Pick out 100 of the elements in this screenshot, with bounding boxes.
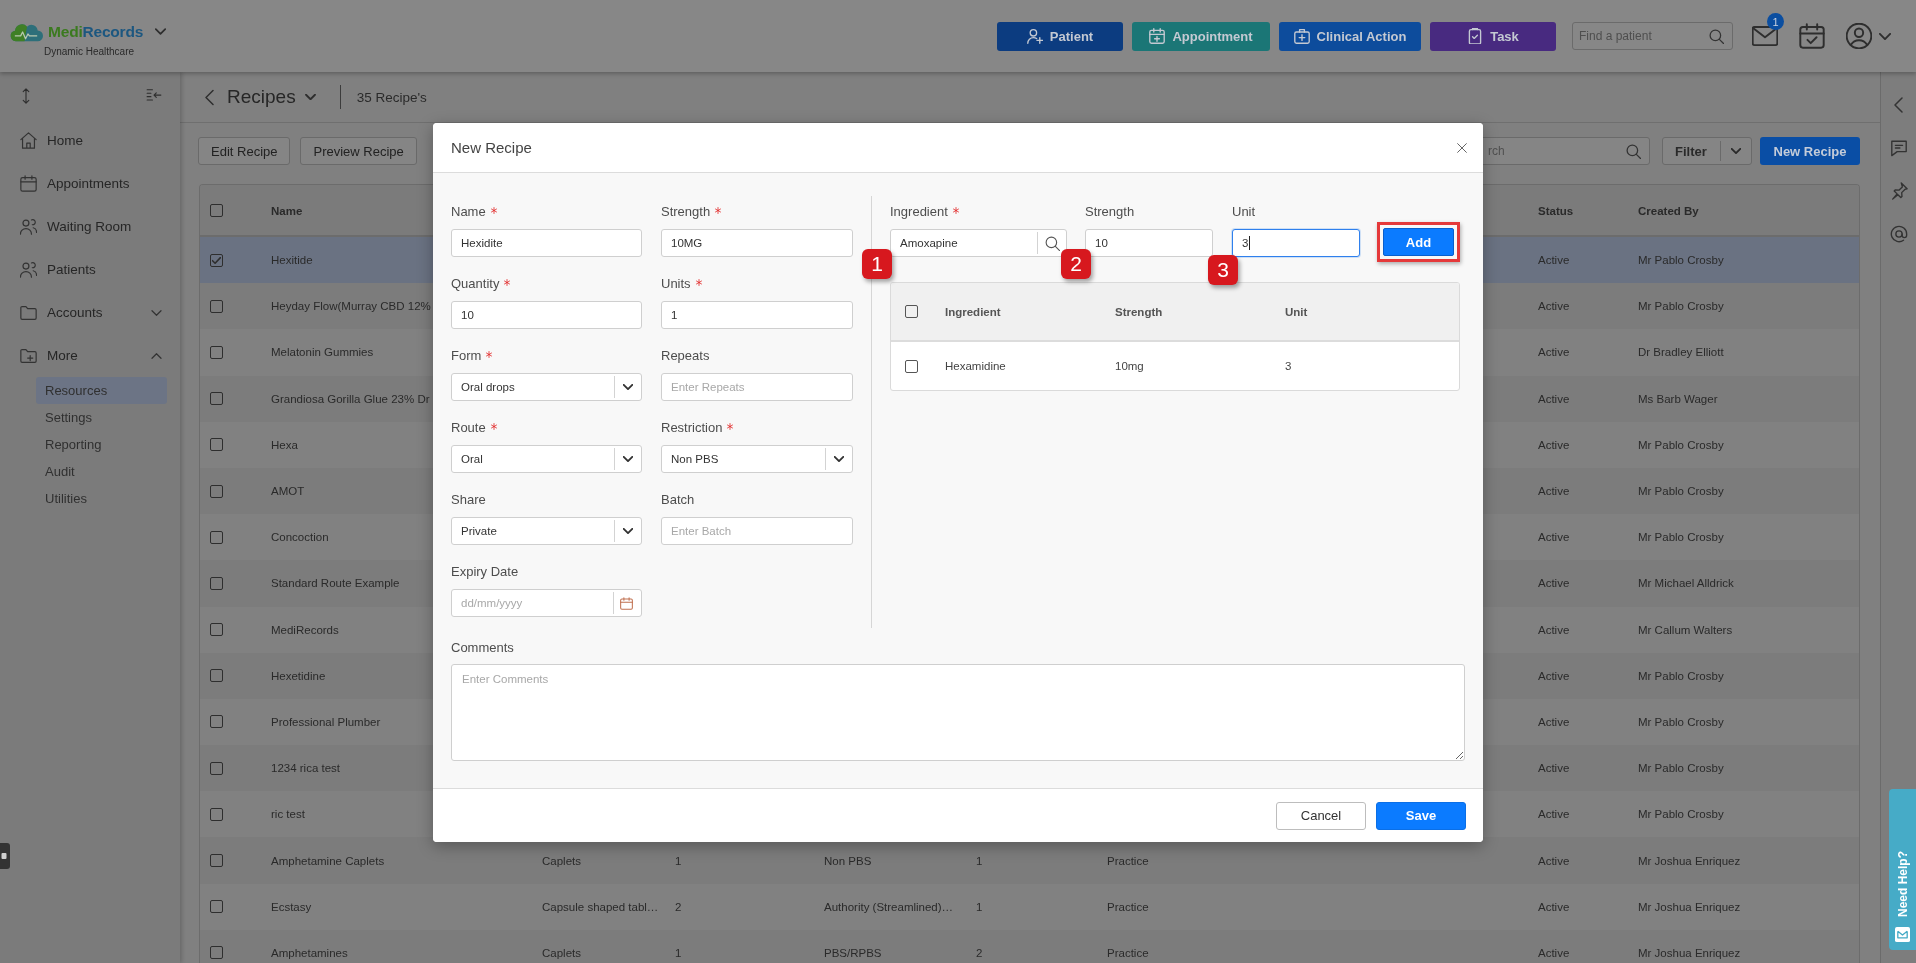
- checkbox[interactable]: [210, 669, 223, 683]
- text-field[interactable]: Enter Batch: [661, 517, 853, 545]
- column-header: Name: [271, 205, 303, 217]
- checkbox[interactable]: [210, 299, 223, 313]
- table-cell: Active: [1538, 762, 1570, 775]
- sort-arrows-icon[interactable]: [22, 87, 30, 104]
- text-field[interactable]: 10: [451, 301, 642, 329]
- chevron-down-icon[interactable]: [1879, 32, 1891, 40]
- save-button[interactable]: Save: [1376, 801, 1466, 830]
- help-tab[interactable]: Need Help?: [1889, 789, 1916, 950]
- table-cell: Active: [1538, 577, 1570, 590]
- text-field[interactable]: Hexidite: [451, 229, 642, 257]
- search-field[interactable]: Amoxapine: [890, 229, 1067, 257]
- checkbox[interactable]: [210, 484, 223, 498]
- checkbox[interactable]: [210, 761, 223, 775]
- folder-plus-icon: [20, 347, 37, 364]
- sidebar-subitem[interactable]: Settings: [36, 404, 167, 431]
- field-label: Comments: [451, 639, 514, 657]
- sidebar-item[interactable]: Waiting Room: [0, 205, 180, 248]
- checkbox[interactable]: [905, 305, 918, 318]
- new-recipe-button[interactable]: New Recipe: [1760, 137, 1860, 165]
- checkbox[interactable]: [210, 715, 223, 729]
- action-button[interactable]: Clinical Action: [1279, 21, 1421, 51]
- dropdown-field[interactable]: Non PBS: [661, 445, 853, 473]
- calendar-check-icon[interactable]: [1799, 23, 1825, 49]
- page-title[interactable]: Recipes: [227, 86, 296, 108]
- action-button[interactable]: Patient: [997, 21, 1123, 51]
- sidebar-subitem[interactable]: Audit: [36, 458, 167, 485]
- table-row[interactable]: Hexamidine 10mg 3: [891, 342, 1459, 390]
- filter-button[interactable]: Filter: [1662, 137, 1752, 165]
- chevron-down-icon[interactable]: [155, 28, 167, 35]
- date-field[interactable]: dd/mm/yyyy: [451, 589, 642, 617]
- table-cell: Amphetamine Caplets: [271, 854, 385, 867]
- text-field[interactable]: 10: [1085, 229, 1213, 257]
- sidebar-item[interactable]: More: [0, 334, 180, 377]
- search-icon: [1626, 143, 1641, 159]
- at-sign-icon[interactable]: [1889, 225, 1908, 243]
- table-cell: Amphetamines: [271, 946, 348, 959]
- collapse-menu-icon[interactable]: [146, 89, 162, 102]
- table-row[interactable]: Amphetamines Caplets 1 PBS/RPBS 2 Practice Active Mr Joshua Enriquez: [200, 929, 1859, 963]
- checkbox[interactable]: [210, 576, 223, 590]
- dropdown-field[interactable]: Oral drops: [451, 373, 642, 401]
- table-cell: Active: [1538, 392, 1570, 405]
- chevron-down-icon[interactable]: [304, 94, 316, 100]
- checkbox[interactable]: [210, 623, 223, 637]
- dropdown-field[interactable]: Private: [451, 517, 642, 545]
- add-button[interactable]: Add: [1383, 228, 1454, 256]
- chat-icon[interactable]: [1889, 139, 1908, 157]
- column-header: Ingredient: [945, 305, 1002, 318]
- table-cell: Mr Pablo Crosby: [1638, 300, 1724, 313]
- sidebar-subitem[interactable]: Resources: [36, 377, 167, 404]
- checkbox[interactable]: [210, 530, 223, 544]
- sidebar-subitem[interactable]: Reporting: [36, 431, 167, 458]
- text-field[interactable]: Enter Repeats: [661, 373, 853, 401]
- checkbox[interactable]: [210, 203, 223, 217]
- sidebar-item[interactable]: Home: [0, 119, 180, 162]
- checkbox[interactable]: [905, 359, 918, 373]
- action-button[interactable]: Task: [1430, 21, 1556, 51]
- toolbar-button[interactable]: Edit Recipe: [198, 137, 291, 165]
- sidebar-item[interactable]: Patients: [0, 248, 180, 291]
- checkbox[interactable]: [210, 946, 223, 960]
- text-field[interactable]: 3: [1232, 229, 1360, 257]
- table-cell: Active: [1538, 346, 1570, 359]
- dropdown-field[interactable]: Oral: [451, 445, 642, 473]
- table-cell: Caplets: [542, 854, 581, 867]
- sidebar-item[interactable]: Accounts: [0, 291, 180, 334]
- table-cell: Grandiosa Gorilla Glue 23% Dr: [271, 392, 430, 405]
- close-icon[interactable]: [1457, 142, 1467, 153]
- checkbox[interactable]: [210, 392, 223, 406]
- checkbox[interactable]: [210, 900, 223, 914]
- checkbox[interactable]: [210, 253, 223, 267]
- chevron-left-icon[interactable]: [1894, 96, 1903, 114]
- step-callout: 3: [1208, 255, 1238, 285]
- checkbox[interactable]: [210, 807, 223, 821]
- calendar-icon: [20, 175, 37, 192]
- side-tab-icon[interactable]: [0, 843, 10, 869]
- people-icon: [20, 261, 37, 278]
- sidebar-subitem[interactable]: Utilities: [36, 485, 167, 512]
- sidebar-item[interactable]: Appointments: [0, 162, 180, 205]
- table-cell: PBS/RPBS: [824, 946, 882, 959]
- checkbox[interactable]: [210, 854, 223, 868]
- chevron-left-icon[interactable]: [205, 88, 214, 106]
- text-field[interactable]: 1: [661, 301, 853, 329]
- toolbar-button[interactable]: Preview Recipe: [300, 137, 417, 165]
- checkbox[interactable]: [210, 345, 223, 359]
- field-label: Units: [661, 275, 691, 293]
- cancel-button[interactable]: Cancel: [1276, 801, 1366, 830]
- brand-name: MediRecords: [48, 22, 144, 41]
- text-field[interactable]: 10MG: [661, 229, 853, 257]
- pin-icon[interactable]: [1889, 182, 1908, 200]
- clipboard-check-icon: [1467, 28, 1484, 44]
- action-button[interactable]: Appointment: [1132, 21, 1270, 51]
- search-field[interactable]: Find a patient: [1572, 22, 1733, 50]
- comments-field[interactable]: Enter Comments: [451, 664, 1465, 761]
- checkbox[interactable]: [210, 438, 223, 452]
- table-cell: Mr Pablo Crosby: [1638, 485, 1724, 498]
- table-cell: 1: [675, 854, 682, 867]
- dialog-title: New Recipe: [451, 139, 532, 156]
- table-row[interactable]: Amphetamine Caplets Caplets 1 Non PBS 1 Practice Active Mr Joshua Enriquez: [200, 837, 1859, 884]
- table-cell: Active: [1538, 438, 1570, 451]
